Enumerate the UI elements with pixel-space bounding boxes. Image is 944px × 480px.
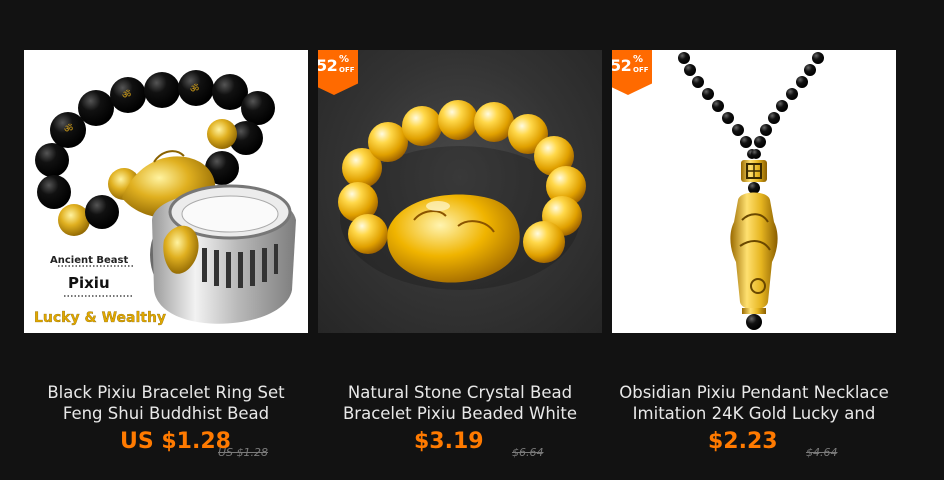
percent-symbol: %	[633, 54, 644, 65]
image-caption-line3: Lucky & Wealthy	[34, 310, 166, 326]
price-row: US $1.28 US $1.28	[16, 427, 316, 461]
product-grid: ॐ ॐ ॐ Ancient Beast Pixiu Lucky & Wealth…	[0, 0, 944, 480]
product-image[interactable]: ॐ ॐ ॐ Ancient Beast Pixiu Lucky & Wealth…	[24, 50, 308, 333]
discount-percent: 52	[612, 56, 632, 75]
discount-percent: 52	[318, 56, 338, 75]
percent-symbol: %	[339, 54, 350, 65]
image-caption-line1: Ancient Beast	[50, 255, 128, 266]
svg-text:ॐ: ॐ	[190, 83, 199, 95]
product-card[interactable]: ॐ ॐ ॐ Ancient Beast Pixiu Lucky & Wealth…	[16, 0, 316, 480]
crystal-bracelet-image	[338, 100, 586, 290]
product-price: $3.19	[414, 429, 484, 454]
price-row: $2.23 $4.64	[604, 427, 904, 461]
svg-text:ॐ: ॐ	[64, 123, 73, 135]
bracelet-ring-image: ॐ ॐ ॐ Ancient Beast Pixiu Lucky & Wealth…	[34, 70, 296, 326]
product-title[interactable]: Natural Stone Crystal Bead Bracelet Pixi…	[314, 382, 606, 424]
original-price: $6.64	[512, 446, 544, 459]
product-image[interactable]: 52 % OFF	[318, 50, 602, 333]
product-title[interactable]: Obsidian Pixiu Pendant Necklace Imitatio…	[608, 382, 900, 424]
product-card[interactable]: 52 % OFF Natural Stone Crystal Bead Brac…	[310, 0, 610, 480]
product-price: $2.23	[708, 429, 778, 454]
product-card[interactable]: 52 % OFF Obsidian Pixiu Pendant Necklace…	[604, 0, 904, 480]
product-price: US $1.28	[120, 429, 231, 454]
svg-text:ॐ: ॐ	[122, 89, 131, 101]
product-image[interactable]: 52 % OFF	[612, 50, 896, 333]
image-caption-line2: Pixiu	[68, 274, 110, 292]
discount-off-label: OFF	[633, 66, 649, 74]
discount-off-label: OFF	[339, 66, 355, 74]
price-row: $3.19 $6.64	[310, 427, 610, 461]
original-price: US $1.28	[218, 446, 269, 459]
original-price: $4.64	[806, 446, 838, 459]
product-title[interactable]: Black Pixiu Bracelet Ring Set Feng Shui …	[20, 382, 312, 424]
pendant-necklace-image	[678, 52, 824, 330]
